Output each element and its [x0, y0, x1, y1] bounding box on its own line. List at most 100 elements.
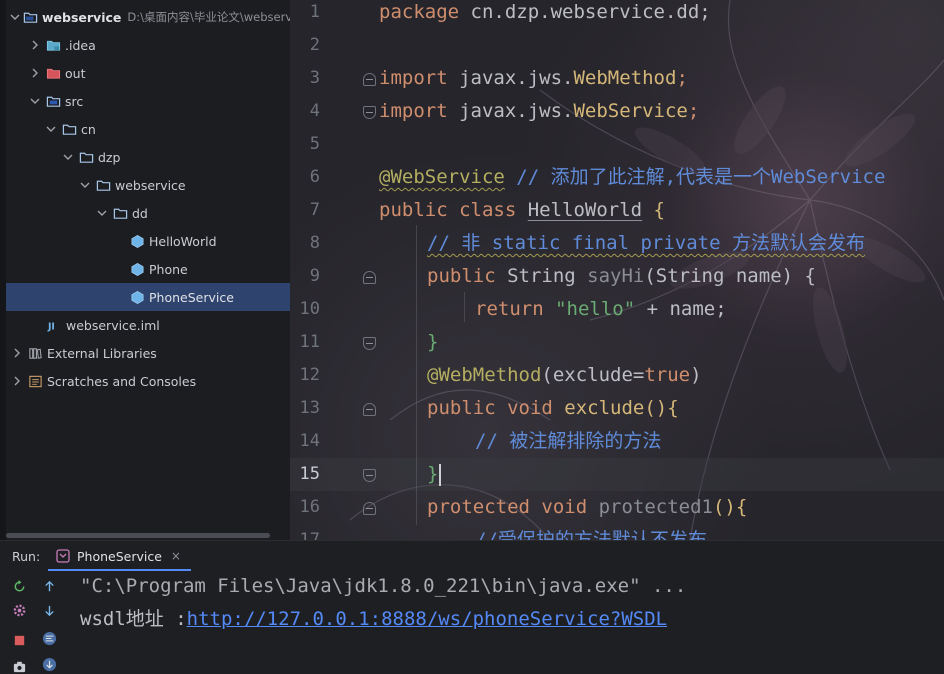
line-number: 5 [309, 134, 320, 154]
fold-toggle-icon[interactable] [363, 106, 376, 119]
fold-toggle-icon[interactable] [363, 469, 376, 482]
line-number: 7 [309, 200, 320, 220]
interface-icon [129, 261, 145, 277]
indent-guide [416, 225, 417, 525]
tree-root-path: D:\桌面内容\毕业论文\webserv [127, 10, 290, 24]
tree-item-label: dzp [98, 149, 121, 165]
console-output[interactable]: "C:\Program Files\Java\jdk1.8.0_221\bin\… [80, 573, 686, 639]
code-line-15: } [427, 462, 442, 495]
tree-item-phone[interactable]: Phone [6, 255, 290, 283]
camera-icon[interactable] [8, 655, 30, 674]
chevron-down-icon[interactable] [10, 10, 20, 24]
tree-item-external-libraries[interactable]: External Libraries [6, 339, 290, 367]
project-horizontal-scrollbar[interactable] [6, 533, 270, 538]
tree-item-label: dd [132, 205, 148, 221]
chevron-down-icon[interactable] [78, 178, 92, 192]
text-caret [439, 463, 442, 486]
code-line-8: // 非 static final private 方法默认会发布 [427, 232, 865, 254]
interface-icon [129, 233, 145, 249]
tree-item-label: cn [81, 121, 96, 137]
tree-item-helloworld[interactable]: HelloWorld [6, 227, 290, 255]
code-line-3: import javax.jws.WebMethod; [379, 67, 688, 89]
close-icon[interactable]: × [171, 549, 181, 563]
line-number: 12 [299, 365, 320, 385]
fold-toggle-icon[interactable] [363, 403, 376, 416]
tree-item-dzp[interactable]: dzp [6, 143, 290, 171]
line-number-current: 15 [299, 464, 320, 484]
tree-item-cn[interactable]: cn [6, 115, 290, 143]
console-wsdl-line: wsdl地址 :http://127.0.0.1:8888/ws/phoneSe… [80, 606, 686, 639]
module-file-icon: JI [46, 317, 62, 333]
tree-root-label: webservice [42, 9, 122, 25]
wsdl-link[interactable]: http://127.0.0.1:8888/ws/phoneService?WS… [187, 608, 667, 630]
run-toolbar [0, 571, 66, 674]
console-command-line: "C:\Program Files\Java\jdk1.8.0_221\bin\… [80, 575, 687, 597]
tree-item-label: webservice.iml [66, 317, 160, 333]
line-number: 16 [299, 497, 320, 517]
line-number: 1 [309, 2, 320, 22]
code-line-10: return "hello" + name; [475, 298, 727, 320]
tree-item-scratches[interactable]: Scratches and Consoles [6, 367, 290, 395]
chevron-down-icon[interactable] [95, 206, 109, 220]
chevron-down-icon[interactable] [61, 150, 75, 164]
run-tool-window: Run: PhoneService × "C:\Program Files\Ja… [0, 540, 944, 674]
tree-item-label: External Libraries [47, 345, 157, 361]
tree-item-label: src [65, 93, 84, 109]
tree-item-webservice[interactable]: webservice [6, 171, 290, 199]
tree-item-out[interactable]: out [6, 59, 290, 87]
scroll-to-end-icon[interactable] [38, 653, 60, 674]
svg-text:JI: JI [47, 321, 55, 332]
arrow-down-icon[interactable] [38, 599, 60, 621]
line-number: 2 [309, 35, 320, 55]
interface-icon [129, 289, 145, 305]
package-folder-icon [61, 121, 77, 137]
arrow-up-icon[interactable] [38, 575, 60, 597]
settings-icon[interactable] [8, 599, 30, 621]
library-icon [27, 345, 43, 361]
package-folder-icon [95, 177, 111, 193]
chevron-down-icon[interactable] [28, 94, 42, 108]
run-header: Run: PhoneService × [0, 541, 944, 571]
editor-gutter[interactable]: 1 2 3 4 5 6 7 8 9 10 11 12 13 14 15 16 1… [290, 0, 378, 540]
tree-item-label: Scratches and Consoles [47, 373, 197, 389]
tree-root-webservice[interactable]: webservice D:\桌面内容\毕业论文\webserv [6, 3, 290, 31]
tree-item-iml[interactable]: JI webservice.iml [6, 311, 290, 339]
line-number: 3 [309, 68, 320, 88]
rerun-icon[interactable] [8, 575, 30, 597]
run-tab-label: PhoneService [77, 548, 162, 564]
folder-icon [45, 37, 61, 53]
fold-toggle-icon[interactable] [363, 271, 376, 284]
tree-item-dd[interactable]: dd [6, 199, 290, 227]
chevron-right-icon[interactable] [28, 66, 42, 80]
chevron-right-icon[interactable] [10, 346, 24, 360]
tree-item-label: PhoneService [149, 289, 234, 305]
fold-toggle-icon[interactable] [363, 502, 376, 515]
code-line-9: public String sayHi(String name) { [427, 265, 816, 287]
code-line-1: package cn.dzp.webservice.dd; [379, 1, 711, 23]
run-title: Run: [12, 548, 41, 564]
code-line-14: // 被注解排除的方法 [475, 430, 662, 452]
tree-item-src[interactable]: src [6, 87, 290, 115]
code-editor[interactable]: 1 2 3 4 5 6 7 8 9 10 11 12 13 14 15 16 1… [290, 0, 944, 540]
console-wsdl-prefix: wsdl地址 : [80, 608, 187, 630]
scratches-icon [27, 373, 43, 389]
tree-item-label: webservice [115, 177, 186, 193]
fold-toggle-icon[interactable] [363, 73, 376, 86]
run-tab-phoneservice[interactable]: PhoneService × [48, 541, 191, 571]
code-line-4: import javax.jws.WebService; [379, 100, 700, 122]
fold-toggle-icon[interactable] [363, 337, 376, 350]
tree-item-label: out [65, 65, 86, 81]
line-number: 11 [299, 332, 320, 352]
run-config-icon [56, 549, 70, 563]
source-folder-icon [45, 93, 61, 109]
chevron-right-icon[interactable] [28, 38, 42, 52]
line-number: 8 [309, 233, 320, 253]
soft-wrap-icon[interactable] [38, 627, 60, 649]
chevron-right-icon[interactable] [10, 374, 24, 388]
code-line-6: @WebService // 添加了此注解,代表是一个WebService [379, 166, 886, 188]
tree-item-idea[interactable]: .idea [6, 31, 290, 59]
code-line-16: protected void protected1(){ [427, 496, 748, 518]
chevron-down-icon[interactable] [44, 122, 58, 136]
tree-item-phoneservice[interactable]: PhoneService [6, 283, 290, 311]
stop-icon[interactable] [8, 629, 30, 651]
